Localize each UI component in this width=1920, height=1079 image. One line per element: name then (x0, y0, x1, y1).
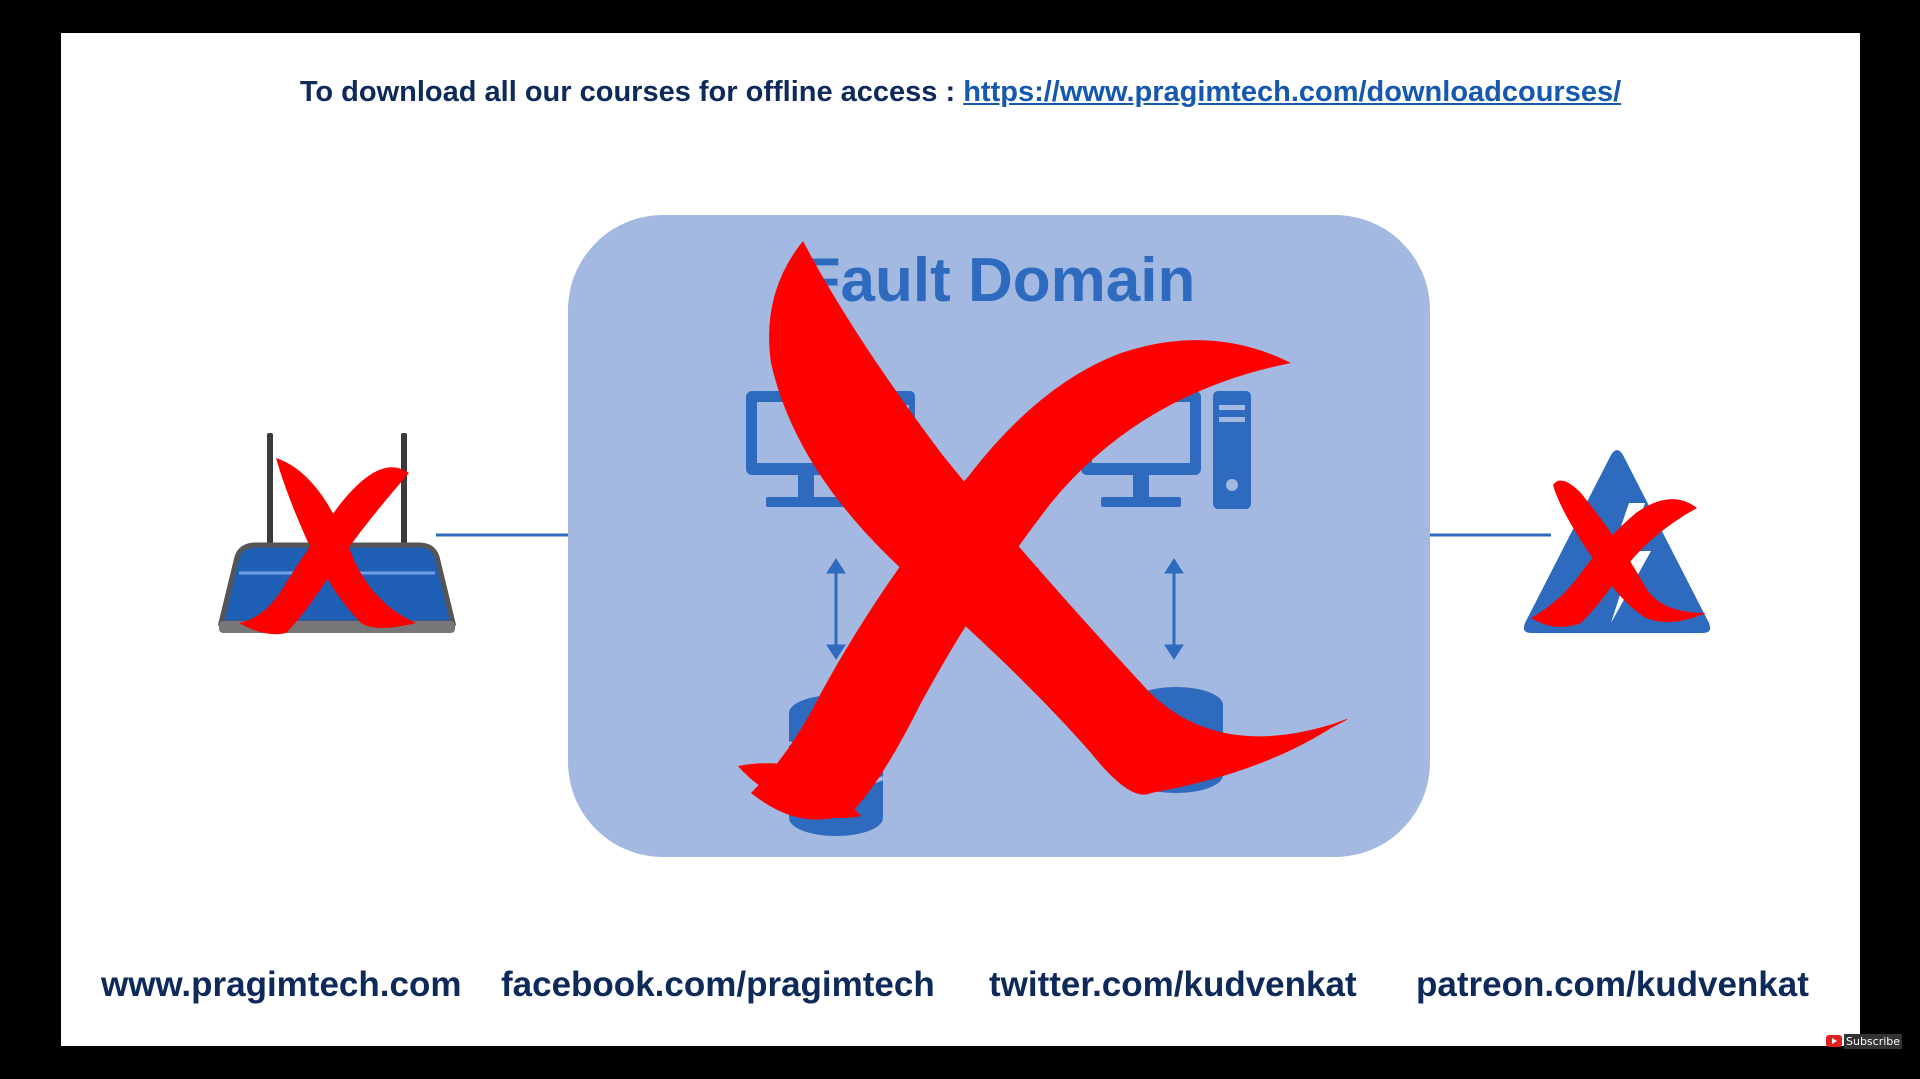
server-icon (1213, 391, 1251, 509)
youtube-icon (1826, 1035, 1842, 1047)
footer: www.pragimtech.com facebook.com/pragimte… (61, 965, 1860, 1011)
fault-domain-title: Fault Domain (803, 246, 1196, 315)
subscribe-button[interactable]: Subscribe (1826, 1033, 1903, 1049)
subscribe-label: Subscribe (1844, 1033, 1903, 1049)
website-link[interactable]: www.pragimtech.com (101, 965, 461, 1005)
slide: To download all our courses for offline … (61, 33, 1860, 1046)
patreon-link[interactable]: patreon.com/kudvenkat (1416, 965, 1809, 1005)
twitter-link[interactable]: twitter.com/kudvenkat (989, 965, 1357, 1005)
facebook-link[interactable]: facebook.com/pragimtech (501, 965, 935, 1005)
fault-domain-diagram: Fault Domain (217, 215, 1711, 857)
